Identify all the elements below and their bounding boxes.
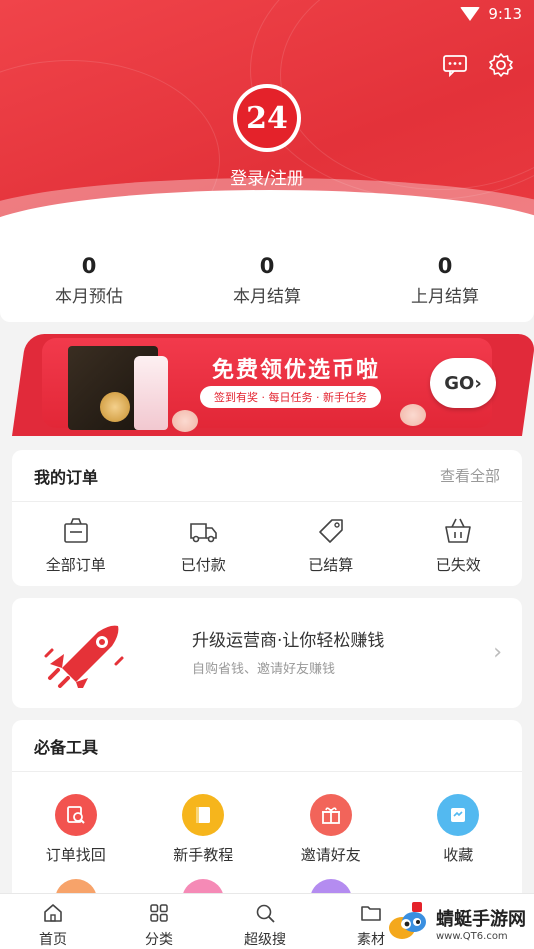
tool-favorites[interactable]: 收藏	[395, 788, 523, 865]
orders-header: 我的订单 查看全部	[12, 450, 522, 502]
wifi-icon	[460, 7, 481, 21]
tool-order-recovery[interactable]: 订单找回	[12, 788, 140, 865]
home-icon	[44, 904, 62, 922]
tool-invite-friends[interactable]: 邀请好友	[267, 788, 395, 865]
tab-super-search[interactable]: 超级搜	[212, 894, 318, 949]
promo-subtitle: 自购省钱、邀请好友赚钱	[192, 662, 336, 677]
watermark-name: 蜻蜓手游网	[436, 908, 526, 930]
tool-label: 收藏	[443, 846, 474, 864]
tab-category[interactable]: 分类	[106, 894, 212, 949]
chevron-right-icon: ›	[493, 640, 502, 665]
status-bar: 9:13	[460, 5, 522, 23]
order-paid[interactable]: 已付款	[140, 502, 268, 586]
flower-decoration	[172, 410, 198, 432]
tab-label: 超级搜	[244, 932, 286, 948]
search-order-icon	[54, 794, 97, 836]
stat-value: 0	[259, 254, 275, 278]
gift-icon	[309, 794, 352, 836]
upgrade-operator-card[interactable]: 升级运营商·让你轻松赚钱 自购省钱、邀请好友赚钱 ›	[12, 598, 522, 708]
banner-title: 免费领优选币啦	[212, 357, 381, 383]
header-actions	[442, 52, 514, 78]
earnings-stats: 0 本月预估 0 本月结算 0 上月结算	[0, 238, 534, 322]
tab-label: 首页	[39, 932, 67, 948]
stat-value: 0	[437, 254, 453, 278]
tools-title: 必备工具	[34, 737, 99, 757]
dragonfly-logo-icon	[389, 902, 426, 939]
promo-title: 升级运营商·让你轻松赚钱	[192, 631, 385, 651]
stat-label: 上月结算	[411, 287, 479, 307]
basket-icon	[445, 518, 472, 543]
rocket-icon	[44, 625, 124, 688]
order-label: 已失效	[435, 556, 481, 574]
grid-icon	[150, 904, 168, 922]
tool-label: 新手教程	[173, 846, 234, 864]
stat-this-month-settled[interactable]: 0 本月结算	[178, 238, 356, 322]
site-watermark: 蜻蜓手游网 www.QT6.com	[384, 897, 534, 949]
tools-row: 订单找回 新手教程 邀请好友 收藏	[12, 772, 522, 865]
gear-icon[interactable]	[488, 52, 514, 78]
product-bottle-image	[134, 356, 168, 430]
folder-icon	[361, 906, 381, 921]
tools-header: 必备工具	[12, 720, 522, 772]
stat-value: 0	[81, 254, 97, 278]
order-label: 已付款	[180, 556, 226, 574]
tool-label: 邀请好友	[300, 846, 361, 864]
tab-home[interactable]: 首页	[0, 894, 106, 949]
login-register-link[interactable]: 登录/注册	[0, 164, 534, 189]
view-all-orders-link[interactable]: 查看全部	[440, 465, 500, 486]
tag-icon	[318, 519, 343, 543]
search-icon	[256, 904, 275, 923]
stat-label: 本月结算	[233, 287, 301, 307]
my-orders-card: 我的订单 查看全部 全部订单 已付款 已结算 已失效	[12, 450, 522, 586]
book-icon	[182, 794, 225, 836]
flower-decoration	[400, 404, 426, 426]
stat-last-month-settled[interactable]: 0 上月结算	[356, 238, 534, 322]
order-label: 全部订单	[45, 556, 106, 574]
stat-label: 本月预估	[55, 287, 123, 307]
message-icon[interactable]	[442, 52, 468, 78]
bag-icon	[63, 518, 88, 543]
logo-mark: 24	[237, 88, 297, 148]
product-gold-mask-image	[100, 392, 130, 422]
truck-icon	[190, 523, 218, 543]
tab-label: 分类	[145, 932, 173, 948]
avatar-logo[interactable]: 24	[233, 84, 301, 152]
tool-label: 订单找回	[45, 846, 106, 864]
order-all[interactable]: 全部订单	[12, 502, 140, 586]
banner-subtitle: 签到有奖 · 每日任务 · 新手任务	[200, 386, 381, 408]
promo-banner[interactable]: 免费领优选币啦 签到有奖 · 每日任务 · 新手任务 GO›	[12, 334, 534, 436]
stat-this-month-estimate[interactable]: 0 本月预估	[0, 238, 178, 322]
watermark-url: www.QT6.com	[436, 930, 508, 942]
order-settled[interactable]: 已结算	[267, 502, 395, 586]
favorite-icon	[437, 794, 480, 836]
banner-go-button[interactable]: GO›	[430, 358, 496, 408]
watermark-text: 蜻蜓手游网 www.QT6.com	[436, 905, 526, 942]
order-status-row: 全部订单 已付款 已结算 已失效	[12, 502, 522, 586]
status-time: 9:13	[488, 5, 522, 23]
essential-tools-card: 必备工具 订单找回 新手教程 邀请好友 收藏	[12, 720, 522, 921]
order-expired[interactable]: 已失效	[395, 502, 523, 586]
tool-tutorial[interactable]: 新手教程	[140, 788, 268, 865]
orders-title: 我的订单	[34, 467, 99, 487]
order-label: 已结算	[308, 556, 354, 574]
